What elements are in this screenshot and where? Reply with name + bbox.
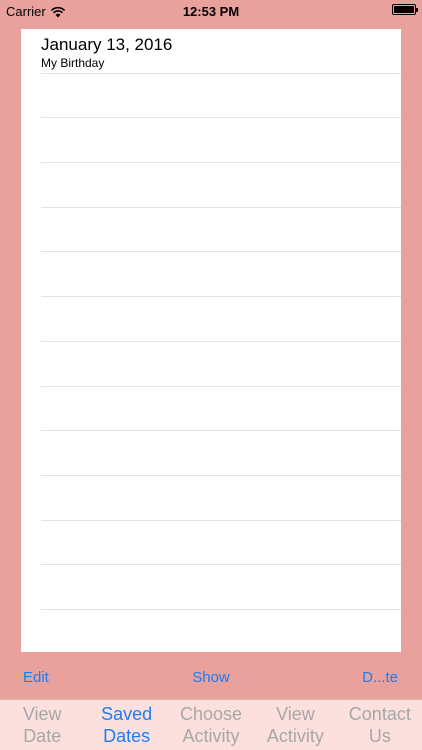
tab-label-line2: Us (368, 726, 391, 746)
status-right (392, 4, 418, 15)
empty-row (41, 476, 401, 521)
list-item-subtitle: My Birthday (41, 56, 105, 70)
tab-label-line1: Choose (179, 704, 243, 724)
list-item[interactable]: January 13, 2016 My Birthday (41, 29, 401, 74)
saved-dates-list[interactable]: January 13, 2016 My Birthday (21, 29, 401, 652)
battery-icon (392, 4, 418, 15)
tab-label-line1: View (276, 704, 315, 724)
empty-row (41, 253, 401, 298)
tab-label-line2: Activity (266, 726, 324, 746)
show-button[interactable]: Show (0, 669, 422, 686)
empty-row (41, 431, 401, 476)
empty-row (41, 387, 401, 432)
empty-row (41, 565, 401, 611)
empty-row (41, 208, 401, 253)
tab-contact-us[interactable]: Contact Us (338, 700, 422, 750)
toolbar: Edit Show D...te (0, 660, 422, 696)
empty-row (41, 521, 401, 566)
tab-label-line1: Contact (348, 704, 411, 724)
delete-button[interactable]: D...te (362, 669, 398, 686)
tab-saved-dates[interactable]: Saved Dates (84, 700, 168, 750)
tab-label-line1: Saved (101, 704, 153, 724)
tab-label-line2: Dates (103, 726, 151, 746)
list-item-title: January 13, 2016 (41, 35, 173, 54)
tab-choose-activity[interactable]: Choose Activity (169, 700, 253, 750)
status-bar: Carrier 12:53 PM (0, 0, 422, 22)
empty-row (41, 163, 401, 208)
empty-row (41, 74, 401, 119)
tab-label-line2: Date (23, 726, 62, 746)
tab-label-line1: View (22, 704, 62, 724)
status-time: 12:53 PM (182, 4, 240, 19)
tab-view-activity[interactable]: View Activity (253, 700, 337, 750)
tab-bar: View Date Saved Dates Choose Activity Vi… (0, 699, 422, 750)
tab-label-line2: Activity (182, 726, 240, 746)
empty-row (41, 118, 401, 164)
tab-view-date[interactable]: View Date (0, 700, 84, 750)
empty-row (41, 342, 401, 387)
empty-row (41, 297, 401, 342)
